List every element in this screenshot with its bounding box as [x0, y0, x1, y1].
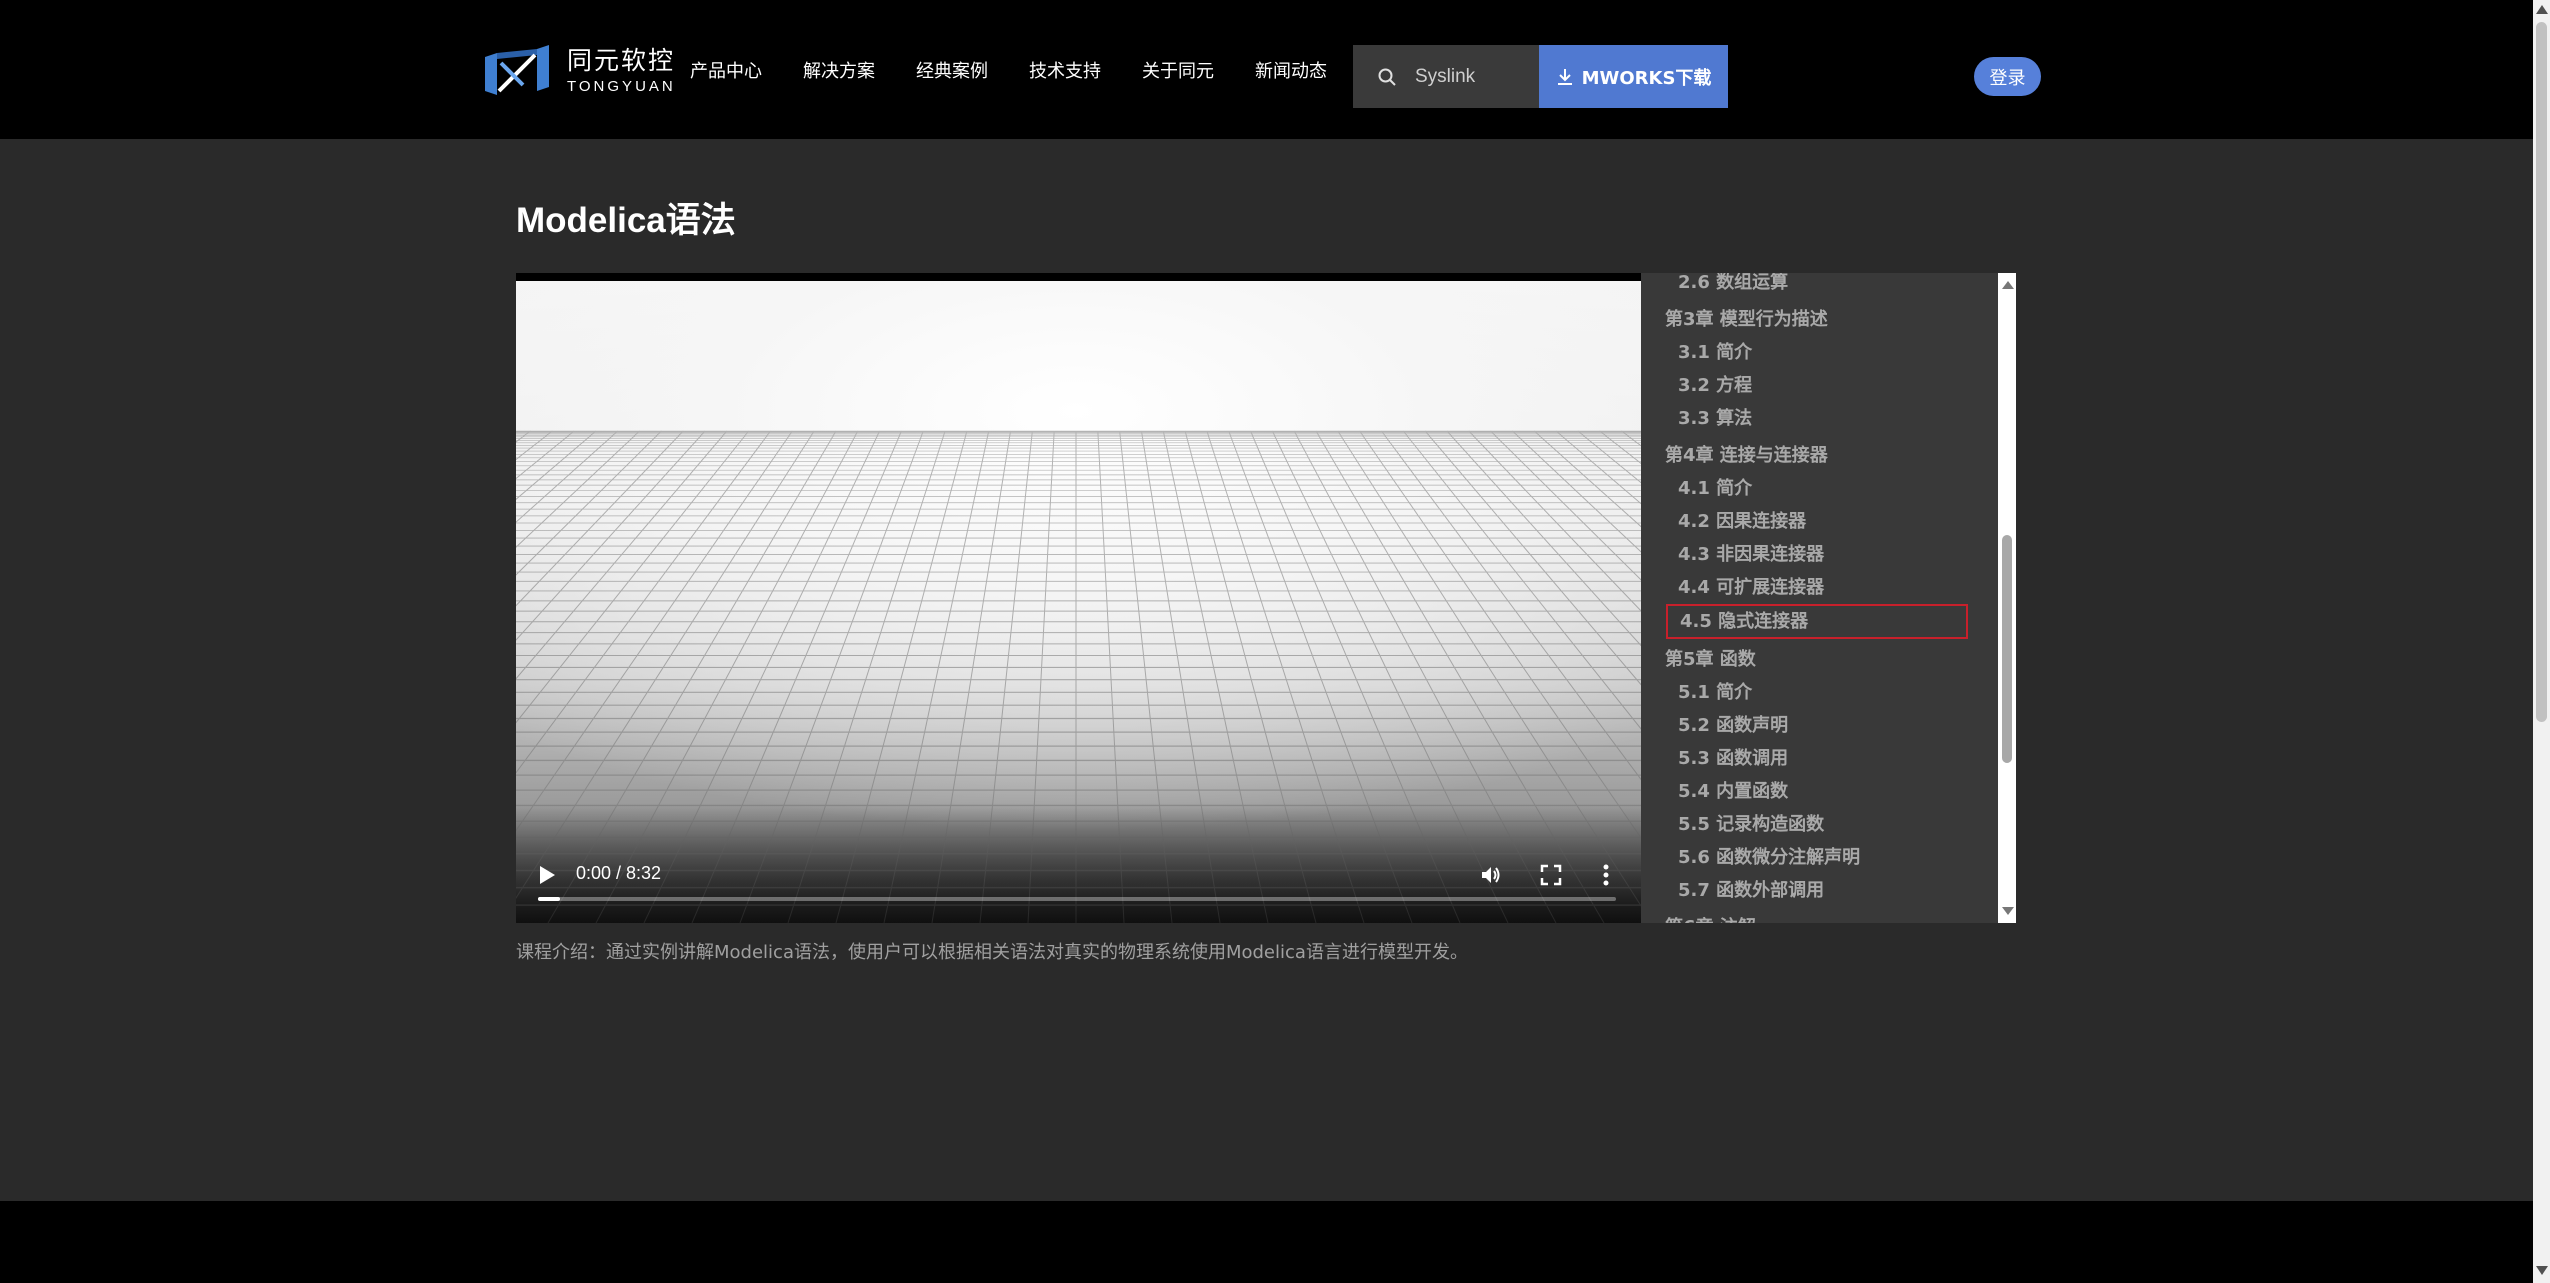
chapter-title[interactable]: 第5章 函数	[1641, 643, 1996, 676]
section-item[interactable]: 3.2 方程	[1641, 369, 1996, 402]
scrollbar-thumb[interactable]	[2002, 535, 2012, 763]
chapter-list-panel: 2.6 数组运算第3章 模型行为描述 3.1 简介 3.2 方程 3.3 算法 第4章 …	[1641, 273, 2016, 923]
section-item[interactable]: 4.2 因果连接器	[1641, 505, 1996, 538]
page-scrollbar-thumb[interactable]	[2536, 22, 2547, 722]
chapter-list: 2.6 数组运算第3章 模型行为描述 3.1 简介 3.2 方程 3.3 算法 第4章 …	[1641, 273, 1996, 923]
fullscreen-icon[interactable]	[1540, 864, 1562, 886]
section-item[interactable]: 4.1 简介	[1641, 472, 1996, 505]
section-item[interactable]: 3.1 简介	[1641, 336, 1996, 369]
active-section-highlight[interactable]: 4.5 隐式连接器	[1666, 604, 1968, 639]
download-icon	[1557, 68, 1572, 85]
logo-en-text: TONGYUAN	[567, 77, 676, 95]
video-player[interactable]: 0:00 / 8:32	[516, 273, 1641, 923]
search-text: Syslink	[1415, 65, 1476, 87]
nav-item-cases[interactable]: 经典案例	[916, 57, 988, 83]
tongyuan-logo[interactable]: 同元软控 TONGYUAN	[483, 43, 676, 98]
main-nav: 产品中心 解决方案 经典案例 技术支持 关于同元 新闻动态	[690, 0, 1368, 139]
volume-icon[interactable]	[1479, 863, 1503, 887]
section-item[interactable]: 5.1 简介	[1641, 676, 1996, 709]
page-scrollbar[interactable]	[2533, 0, 2550, 1283]
section-item[interactable]: 3.3 算法	[1641, 402, 1996, 435]
top-navigation-bar: 同元软控 TONGYUAN 产品中心 解决方案 经典案例 技术支持 关于同元 新…	[0, 0, 2533, 139]
chapter-title[interactable]: 第6章 注解	[1641, 911, 1996, 923]
section-item[interactable]: 5.5 记录构造函数	[1641, 808, 1996, 841]
section-item-active[interactable]: 4.5 隐式连接器	[1668, 606, 1966, 637]
search-icon	[1378, 68, 1396, 86]
scroll-up-arrow-icon[interactable]	[2002, 281, 2014, 289]
page-scroll-up-icon[interactable]	[2536, 5, 2548, 14]
section-item[interactable]: 5.7 函数外部调用	[1641, 874, 1996, 907]
course-intro: 课程介绍：通过实例讲解Modelica语法，使用户可以根据相关语法对真实的物理系…	[516, 942, 1468, 963]
section-item[interactable]: 2.6 数组运算	[1641, 273, 1996, 299]
chapter-list-scrollbar[interactable]	[1998, 273, 2016, 923]
play-icon[interactable]	[538, 865, 556, 885]
download-label: MWORKS下载	[1581, 67, 1712, 89]
footer	[0, 1201, 2533, 1283]
nav-item-solutions[interactable]: 解决方案	[803, 57, 875, 83]
logo-cn-text: 同元软控	[567, 45, 676, 75]
nav-item-news[interactable]: 新闻动态	[1255, 57, 1327, 83]
section-item[interactable]: 5.6 函数微分注解声明	[1641, 841, 1996, 874]
tongyuan-logo-mark	[485, 45, 549, 95]
section-item[interactable]: 5.4 内置函数	[1641, 775, 1996, 808]
search-input[interactable]: Syslink	[1353, 45, 1539, 108]
section-item[interactable]: 4.4 可扩展连接器	[1641, 571, 1996, 604]
nav-item-about[interactable]: 关于同元	[1142, 57, 1214, 83]
section-item[interactable]: 5.3 函数调用	[1641, 742, 1996, 775]
section-item[interactable]: 5.2 函数声明	[1641, 709, 1996, 742]
section-item[interactable]: 4.3 非因果连接器	[1641, 538, 1996, 571]
login-button[interactable]: 登录	[1974, 57, 2041, 96]
chapter-title[interactable]: 第3章 模型行为描述	[1641, 303, 1996, 336]
video-progress-bar[interactable]	[538, 897, 1616, 901]
video-time: 0:00 / 8:32	[576, 863, 662, 883]
more-options-icon[interactable]	[1602, 863, 1610, 887]
video-progress-fill	[538, 897, 560, 901]
page-title: Modelica语法	[516, 201, 736, 240]
scroll-down-arrow-icon[interactable]	[2002, 907, 2014, 915]
page-scroll-down-icon[interactable]	[2536, 1266, 2548, 1275]
chapter-title[interactable]: 第4章 连接与连接器	[1641, 439, 1996, 472]
mworks-download-button[interactable]: MWORKS下载	[1539, 45, 1728, 108]
video-controls: 0:00 / 8:32	[516, 843, 1641, 923]
nav-item-support[interactable]: 技术支持	[1029, 57, 1101, 83]
nav-item-products[interactable]: 产品中心	[690, 57, 762, 83]
